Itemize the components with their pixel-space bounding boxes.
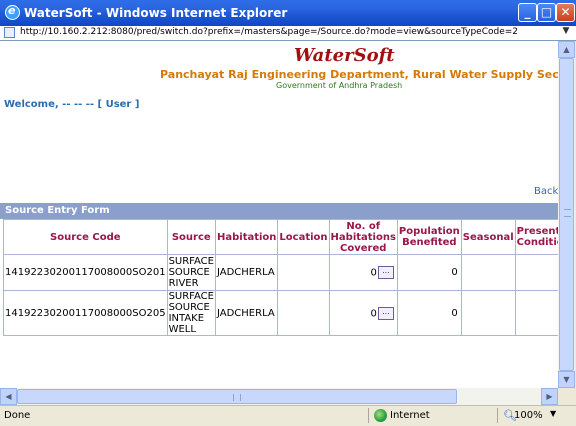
cell-condition [514,290,558,336]
globe-icon [374,409,387,422]
brand-title: WaterSoft [294,45,395,66]
status-text: Done [4,410,31,421]
chevron-down-icon[interactable]: ▼ [558,26,574,40]
scroll-right-arrow-icon[interactable]: ▶ [541,388,558,405]
welcome-text: Welcome, -- -- -- [ User ] [4,99,139,110]
col-location: Location [277,219,330,255]
table-row: 14192230200117008000SO201 SURFACE SOURCE… [3,254,558,291]
cell-habitation: JADCHERLA [214,290,279,336]
zoom-level[interactable]: 100% [514,410,543,421]
chevron-down-icon[interactable]: ▼ [550,409,556,418]
habitations-picker-button[interactable]: ... [377,266,394,279]
grip-icon [564,209,571,217]
scrollbar-corner [558,388,576,405]
col-source: Source [166,219,216,255]
scroll-up-arrow-icon[interactable]: ▲ [558,41,575,58]
vertical-scrollbar[interactable]: ▲ ▼ [558,41,575,388]
address-bar[interactable]: http://10.160.2.212:8080/pred/switch.do?… [0,26,576,41]
cell-habitations-covered: 0... [328,290,398,336]
habitations-count: 0 [370,267,377,279]
source-table: Source Code Source Habitation Location N… [3,219,558,336]
vertical-scroll-thumb[interactable] [559,58,574,371]
col-seasonal: Seasonal [460,219,516,255]
col-source-code: Source Code [3,219,168,255]
cell-seasonal [460,254,516,291]
table-row: 14192230200117008000SO205 SURFACE SOURCE… [3,290,558,336]
address-url[interactable]: http://10.160.2.212:8080/pred/switch.do?… [20,27,518,37]
status-separator [497,408,498,423]
scroll-left-arrow-icon[interactable]: ◀ [0,388,17,405]
table-header-row: Source Code Source Habitation Location N… [3,219,558,255]
horizontal-scrollbar[interactable]: ◀ ▶ [0,388,558,405]
ie-icon [5,4,20,20]
form-title: Source Entry Form [0,203,558,219]
cell-condition [514,254,558,291]
col-population: Population Benefited [396,219,462,255]
habitations-count: 0 [370,308,377,319]
government-title: Government of Andhra Pradesh [276,81,403,90]
user-link[interactable]: [ User ] [98,99,140,110]
grip-icon [233,394,241,401]
scroll-down-arrow-icon[interactable]: ▼ [558,371,575,388]
page-viewport: WaterSoft Panchayat Raj Engineering Depa… [0,41,558,388]
col-habitations-covered: No. of Habitations Covered [328,219,398,255]
cell-location [277,254,330,291]
browser-window: WaterSoft - Windows Internet Explorer _ … [0,0,576,426]
back-link[interactable]: Back [534,186,558,197]
maximize-button[interactable]: □ [537,3,556,22]
close-button[interactable]: ✕ [556,3,575,22]
window-title: WaterSoft - Windows Internet Explorer [24,6,288,20]
cell-source: SURFACE SOURCE INTAKE WELL [166,290,216,336]
horizontal-scroll-thumb[interactable] [17,389,457,404]
cell-location [277,290,330,336]
cell-population: 0 [396,254,462,291]
title-bar[interactable]: WaterSoft - Windows Internet Explorer _ … [0,0,576,26]
cell-habitations-covered: 0... [328,254,398,291]
col-condition: Present Condition [514,219,558,255]
cell-source-code: 14192230200117008000SO205 [3,290,168,336]
department-title: Panchayat Raj Engineering Department, Ru… [160,68,558,81]
habitations-picker-button[interactable]: ... [377,306,394,320]
welcome-prefix: Welcome, -- -- -- [4,99,98,110]
cell-seasonal [460,290,516,336]
security-zone[interactable]: Internet [390,410,430,421]
cell-population: 0 [396,290,462,336]
minimize-button[interactable]: _ [518,3,537,22]
cell-source-code: 14192230200117008000SO201 [3,254,168,291]
col-habitation: Habitation [214,219,279,255]
status-separator [368,408,369,423]
status-bar: Done Internet 🔍︎ 100% ▼ [0,405,576,426]
cell-habitation: JADCHERLA [214,254,279,291]
cell-source: SURFACE SOURCE RIVER [166,254,216,291]
page-icon [4,27,15,38]
